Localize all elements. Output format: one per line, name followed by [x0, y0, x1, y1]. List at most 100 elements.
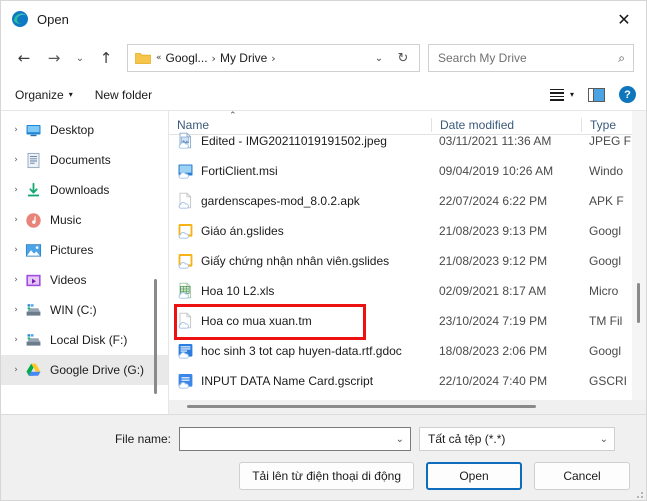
date-modified-cell: 22/10/2024 7:40 PM	[439, 374, 548, 388]
breadcrumb-item-1[interactable]: My Drive	[220, 51, 267, 65]
sidebar-item-pictures[interactable]: › Pictures	[1, 235, 168, 265]
filelist-vscrollbar-thumb[interactable]	[637, 283, 640, 323]
search-input[interactable]: Search My Drive	[438, 51, 618, 65]
file-rows: Edited - IMG20211019191502.jpeg 03/11/202…	[169, 126, 646, 414]
desktop-icon	[25, 122, 42, 139]
pictures-icon	[25, 242, 42, 259]
sidebar-scrollbar[interactable]	[149, 111, 163, 414]
filelist-hscrollbar-thumb[interactable]	[187, 405, 536, 408]
close-icon[interactable]: ✕	[602, 2, 646, 36]
file-name-text: Hoa 10 L2.xls	[201, 284, 275, 298]
window-title: Open	[37, 11, 69, 27]
expand-chevron-icon[interactable]: ›	[7, 185, 25, 195]
organize-button[interactable]: Organize ▾	[15, 88, 73, 102]
sidebar-item-desktop[interactable]: › Desktop	[1, 115, 168, 145]
file-name-label: File name:	[114, 432, 171, 446]
preview-pane-icon[interactable]	[588, 87, 605, 102]
table-row[interactable]: gardenscapes-mod_8.0.2.apk 22/07/2024 6:2…	[169, 186, 646, 216]
date-modified-cell: 03/11/2021 11:36 AM	[439, 134, 552, 148]
table-row[interactable]: Hoa 10 L2.xls 02/09/2021 8:17 AM Micro	[169, 276, 646, 306]
breadcrumb-overflow[interactable]: «	[156, 53, 162, 63]
documents-icon	[25, 152, 42, 169]
file-type-filter-select[interactable]: Tất cả tệp (*.*) ⌄	[419, 427, 615, 451]
recent-locations-button[interactable]: ⌄	[69, 43, 91, 73]
sidebar-item-google-drive-g[interactable]: › Google Drive (G:)	[1, 355, 168, 385]
file-name-cell[interactable]: Edited - IMG20211019191502.jpeg	[169, 132, 431, 150]
expand-chevron-icon[interactable]: ›	[7, 245, 25, 255]
sidebar-scrollbar-thumb[interactable]	[154, 279, 157, 394]
file-name-cell[interactable]: gardenscapes-mod_8.0.2.apk	[169, 192, 431, 210]
upload-from-mobile-button[interactable]: Tải lên từ điện thoại di động	[239, 462, 414, 490]
file-name-cell[interactable]: Giấy chứng nhận nhân viên.gslides	[169, 252, 431, 270]
view-options-button[interactable]: ▾	[549, 88, 574, 101]
open-button[interactable]: Open	[426, 462, 522, 490]
table-row[interactable]: FortiClient.msi 09/04/2019 10:26 AM Windo	[169, 156, 646, 186]
breadcrumb-item-0[interactable]: Googl...	[166, 51, 208, 65]
chevron-down-icon[interactable]: ⌄	[367, 46, 391, 70]
videos-icon	[25, 272, 42, 289]
file-name-cell[interactable]: INPUT DATA Name Card.gscript	[169, 372, 431, 390]
date-modified-cell: 02/09/2021 8:17 AM	[439, 284, 547, 298]
table-row[interactable]: Giáo án.gslides 21/08/2023 9:13 PM Googl	[169, 216, 646, 246]
address-bar[interactable]: « Googl... › My Drive › ⌄ ↻	[127, 44, 420, 72]
table-row[interactable]: INPUT DATA Name Card.gscript 22/10/2024 7…	[169, 366, 646, 396]
refresh-icon[interactable]: ↻	[391, 46, 415, 70]
file-name-cell[interactable]: FortiClient.msi	[169, 162, 431, 180]
sidebar-item-music[interactable]: › Music	[1, 205, 168, 235]
sidebar-item-win-c[interactable]: › WIN (C:)	[1, 295, 168, 325]
filelist-horizontal-scrollbar[interactable]	[169, 400, 646, 414]
gscript-file-icon	[177, 372, 194, 390]
gslides-file-icon	[177, 252, 194, 270]
hard-drive-icon	[25, 332, 42, 349]
sidebar-item-documents[interactable]: › Documents	[1, 145, 168, 175]
sidebar-item-label: Downloads	[50, 183, 110, 197]
expand-chevron-icon[interactable]: ›	[7, 365, 25, 375]
resize-grip[interactable]	[633, 488, 643, 498]
breadcrumb-separator-1[interactable]: ›	[271, 52, 275, 65]
sidebar-item-label: Google Drive (G:)	[50, 363, 145, 377]
chevron-down-icon[interactable]: ⌄	[600, 434, 608, 445]
sidebar-item-label: Videos	[50, 273, 87, 287]
table-row[interactable]: Giấy chứng nhận nhân viên.gslides 21/08/2…	[169, 246, 646, 276]
new-folder-button[interactable]: New folder	[95, 88, 152, 102]
sidebar-item-videos[interactable]: › Videos	[1, 265, 168, 295]
sidebar-item-local-disk-f[interactable]: › Local Disk (F:)	[1, 325, 168, 355]
chevron-down-icon[interactable]: ⌄	[396, 434, 404, 445]
sidebar-item-downloads[interactable]: › Downloads	[1, 175, 168, 205]
table-row[interactable]: hoc sinh 3 tot cap huyen-data.rtf.gdoc 18…	[169, 336, 646, 366]
downloads-icon	[25, 182, 42, 199]
forward-button[interactable]: →	[39, 43, 69, 73]
date-modified-cell: 23/10/2024 7:19 PM	[439, 314, 548, 328]
expand-chevron-icon[interactable]: ›	[7, 125, 25, 135]
file-name-row: File name: ⌄ Tất cả tệp (*.*) ⌄	[1, 415, 646, 451]
sidebar-item-label: Local Disk (F:)	[50, 333, 128, 347]
filelist-vertical-scrollbar[interactable]	[632, 111, 646, 400]
file-name-cell[interactable]: Giáo án.gslides	[169, 222, 431, 240]
file-name-cell[interactable]: Hoa co mua xuan.tm	[169, 312, 431, 330]
breadcrumb-separator-0[interactable]: ›	[212, 52, 216, 65]
expand-chevron-icon[interactable]: ›	[7, 275, 25, 285]
table-row[interactable]: Edited - IMG20211019191502.jpeg 03/11/202…	[169, 126, 646, 156]
date-modified-cell: 21/08/2023 9:12 PM	[439, 254, 548, 268]
search-box[interactable]: Search My Drive ⌕	[428, 44, 634, 72]
back-button[interactable]: ←	[9, 43, 39, 73]
help-icon[interactable]: ?	[619, 86, 636, 103]
file-name-text: Hoa co mua xuan.tm	[201, 314, 312, 328]
sidebar-item-label: WIN (C:)	[50, 303, 97, 317]
cancel-button[interactable]: Cancel	[534, 462, 630, 490]
hard-drive-icon	[25, 302, 42, 319]
expand-chevron-icon[interactable]: ›	[7, 215, 25, 225]
generic-file-icon	[177, 312, 194, 330]
expand-chevron-icon[interactable]: ›	[7, 155, 25, 165]
expand-chevron-icon[interactable]: ›	[7, 305, 25, 315]
title-bar: Open ✕	[1, 1, 646, 37]
file-name-cell[interactable]: hoc sinh 3 tot cap huyen-data.rtf.gdoc	[169, 342, 431, 360]
file-name-text: gardenscapes-mod_8.0.2.apk	[201, 194, 360, 208]
up-button[interactable]: ↑	[91, 43, 121, 73]
file-name-cell[interactable]: Hoa 10 L2.xls	[169, 282, 431, 300]
date-modified-cell: 22/07/2024 6:22 PM	[439, 194, 548, 208]
expand-chevron-icon[interactable]: ›	[7, 335, 25, 345]
table-row[interactable]: Hoa co mua xuan.tm 23/10/2024 7:19 PM TM F…	[169, 306, 646, 336]
file-name-input[interactable]: ⌄	[179, 427, 411, 451]
file-name-text: Giấy chứng nhận nhân viên.gslides	[201, 254, 390, 268]
